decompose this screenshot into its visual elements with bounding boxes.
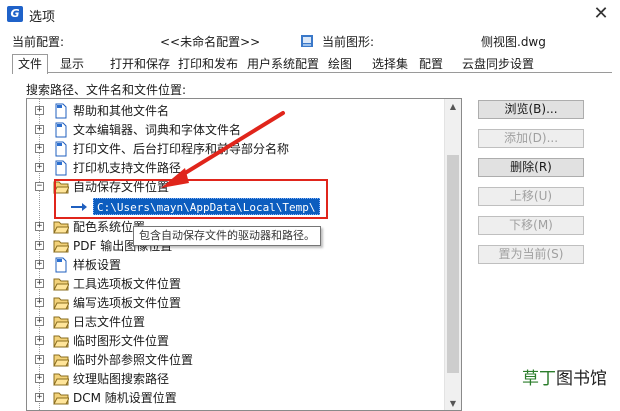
expand-icon[interactable]: + [35, 222, 44, 231]
tab-cloud-sync[interactable]: 云盘同步设置 [456, 54, 540, 73]
expand-icon[interactable]: + [35, 374, 44, 383]
tree-item-label: 日志文件位置 [73, 315, 146, 329]
file-icon [55, 160, 67, 176]
tree-item[interactable]: + 日志文件位置 [27, 313, 445, 332]
folder-icon [53, 221, 69, 234]
folder-icon [53, 335, 69, 348]
tab-selection[interactable]: 选择集 [366, 54, 414, 73]
window-title: 选项 [29, 10, 56, 25]
file-icon [55, 141, 67, 157]
tab-plot-publish[interactable]: 打印和发布 [172, 54, 244, 73]
tree-item[interactable]: + 纹理贴图搜索路径 [27, 370, 445, 389]
title-bar: G 选项 ✕ [0, 0, 620, 30]
tree-item-label: 打印文件、后台打印程序和前导部分名称 [73, 142, 290, 156]
tree-item-label: 编写选项板文件位置 [73, 296, 182, 310]
expand-icon[interactable]: + [35, 393, 44, 402]
search-path-tree[interactable]: + 帮助和其他文件名 + 文本编辑器、词典和字体文件名 + 打印文件、后台打印程… [26, 98, 462, 411]
tab-divider [12, 72, 612, 73]
tree-item[interactable]: + 临时图形文件位置 [27, 332, 445, 351]
tree-item-label: 打印机支持文件路径 [73, 161, 182, 175]
tree-item-label: DCM 随机设置位置 [73, 391, 177, 405]
app-logo-icon: G [7, 6, 23, 22]
path-arrow-icon [71, 203, 87, 211]
tree-item-label: 帮助和其他文件名 [73, 104, 170, 118]
tree-item-label: 纹理贴图搜索路径 [73, 372, 170, 386]
expand-icon[interactable]: + [35, 144, 44, 153]
expand-icon[interactable]: + [35, 163, 44, 172]
autosave-path-value[interactable]: C:\Users\mayn\AppData\Local\Temp\ [93, 198, 320, 215]
collapse-icon[interactable]: − [35, 182, 44, 191]
browse-button[interactable]: 浏览(B)... [478, 100, 584, 119]
scroll-up-icon[interactable]: ▲ [445, 99, 461, 115]
file-icon [55, 257, 67, 273]
move-up-button[interactable]: 上移(U) [478, 187, 584, 206]
drawing-file-icon [301, 35, 313, 47]
tab-display[interactable]: 显示 [54, 54, 90, 73]
tree-item[interactable]: + 打印机支持文件路径 [27, 159, 445, 178]
file-icon [55, 122, 67, 138]
current-profile-label: 当前配置: [12, 35, 65, 49]
tab-files[interactable]: 文件 [12, 54, 49, 74]
delete-button[interactable]: 删除(R) [478, 158, 584, 177]
current-profile-value: <<未命名配置>> [160, 35, 261, 49]
expand-icon[interactable]: + [35, 106, 44, 115]
folder-icon [53, 278, 69, 291]
tree-item[interactable]: + 工具选项板文件位置 [27, 275, 445, 294]
tree-item-label: 临时外部参照文件位置 [73, 353, 194, 367]
move-down-button[interactable]: 下移(M) [478, 216, 584, 235]
folder-icon [53, 240, 69, 253]
search-paths-label: 搜索路径、文件名和文件位置: [26, 83, 187, 97]
folder-icon [53, 354, 69, 367]
tree-item[interactable]: + 编写选项板文件位置 [27, 294, 445, 313]
tab-drafting[interactable]: 绘图 [322, 54, 358, 73]
current-drawing-label: 当前图形: [322, 35, 375, 49]
folder-icon [53, 373, 69, 386]
tab-profiles[interactable]: 配置 [413, 54, 449, 73]
tree-item[interactable]: + DCM 随机设置位置 [27, 389, 445, 408]
folder-icon [53, 316, 69, 329]
close-button[interactable]: ✕ [590, 3, 612, 25]
tree-item[interactable]: + 样板设置 [27, 256, 445, 275]
expand-icon[interactable]: + [35, 260, 44, 269]
current-drawing-value: 侧视图.dwg [481, 35, 546, 49]
add-button[interactable]: 添加(D)... [478, 129, 584, 148]
tab-open-save[interactable]: 打开和保存 [104, 54, 176, 73]
tree-item-label: 工具选项板文件位置 [73, 277, 182, 291]
scroll-thumb[interactable] [447, 155, 459, 373]
file-icon [55, 103, 67, 119]
tree-item-label: 临时图形文件位置 [73, 334, 170, 348]
profile-row: 当前配置: <<未命名配置>> 当前图形: 侧视图.dwg [0, 33, 620, 51]
tree-item[interactable]: + 文本编辑器、词典和字体文件名 [27, 121, 445, 140]
expand-icon[interactable]: + [35, 279, 44, 288]
folder-icon [53, 392, 69, 405]
watermark-part2: 图书馆 [556, 369, 607, 389]
path-tooltip: 包含自动保存文件的驱动器和路径。 [133, 226, 321, 246]
tree-item-label: 文本编辑器、词典和字体文件名 [73, 123, 242, 137]
tree-item-autosave[interactable]: − 自动保存文件位置 [27, 178, 445, 197]
tree-item-label: 样板设置 [73, 258, 122, 272]
expand-icon[interactable]: + [35, 336, 44, 345]
tree-item-label: 自动保存文件位置 [73, 180, 170, 194]
expand-icon[interactable]: + [35, 241, 44, 250]
tree-item[interactable]: + 打印文件、后台打印程序和前导部分名称 [27, 140, 445, 159]
tree-item[interactable]: + 帮助和其他文件名 [27, 102, 445, 121]
folder-open-icon [53, 181, 69, 194]
watermark: 草丁图书馆 [522, 364, 607, 389]
scroll-down-icon[interactable]: ▼ [445, 396, 461, 410]
expand-icon[interactable]: + [35, 298, 44, 307]
tree-item[interactable]: + 临时外部参照文件位置 [27, 351, 445, 370]
tab-strip: 文件 显示 打开和保存 打印和发布 用户系统配置 绘图 选择集 配置 云盘同步设… [12, 54, 612, 74]
expand-icon[interactable]: + [35, 355, 44, 364]
tab-user-preferences[interactable]: 用户系统配置 [241, 54, 325, 73]
expand-icon[interactable]: + [35, 125, 44, 134]
set-current-button[interactable]: 置为当前(S) [478, 245, 584, 264]
watermark-part1: 草丁 [522, 369, 556, 389]
folder-icon [53, 297, 69, 310]
expand-icon[interactable]: + [35, 317, 44, 326]
tree-scrollbar[interactable]: ▲ ▼ [444, 99, 461, 410]
